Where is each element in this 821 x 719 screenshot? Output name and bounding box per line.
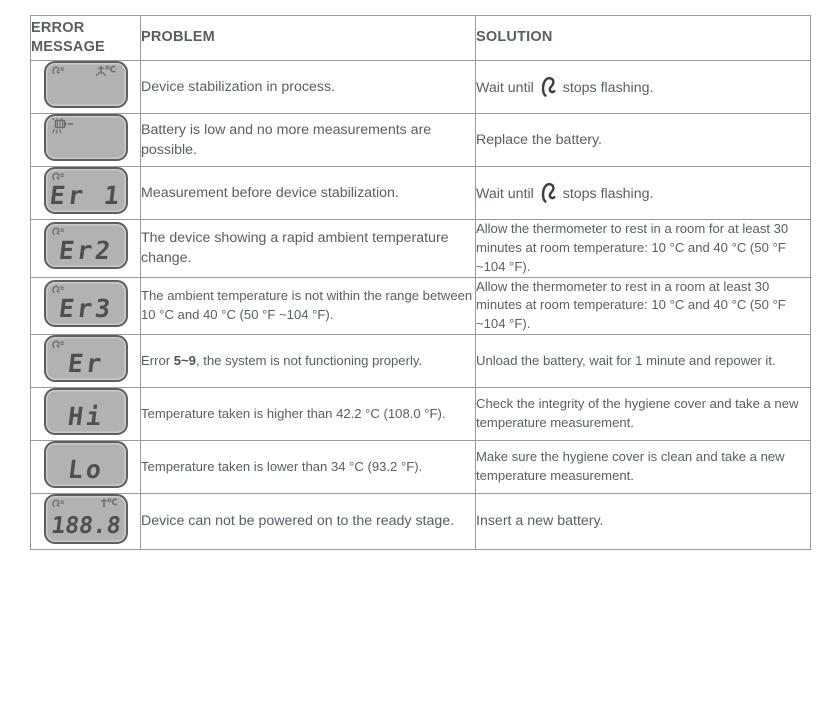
lcd-display: Er3 — [43, 279, 128, 327]
error-display-cell — [30, 113, 141, 167]
lcd-display — [43, 61, 128, 108]
solution-text: Wait until stops flashing. — [475, 60, 811, 114]
lcd-readout: Er — [65, 349, 106, 379]
ear-icon — [51, 66, 64, 75]
ear-icon — [51, 172, 64, 181]
table-row: Battery is low and no more measurements … — [30, 113, 811, 167]
problem-text: The device showing a rapid ambient tempe… — [140, 219, 476, 278]
problem-text: Temperature taken is lower than 34 °C (9… — [140, 440, 476, 495]
solution-text-before: Wait until — [476, 79, 534, 96]
lcd-display: Hi — [43, 388, 128, 436]
solution-text: Make sure the hygiene cover is clean and… — [475, 440, 811, 495]
lcd-readout: Er2 — [56, 236, 115, 266]
table-header-row: ERROR MESSAGE PROBLEM SOLUTION — [30, 15, 811, 61]
table-row: Er 1 Measurement before device stabiliza… — [30, 166, 811, 220]
table-row: Lo Temperature taken is lower than 34 °C… — [30, 440, 811, 495]
solution-text: Wait until stops flashing. — [475, 166, 811, 220]
flashing-battery-icon — [51, 118, 79, 135]
problem-text: Measurement before device stabilization. — [140, 166, 476, 220]
solution-text-before: Wait until — [476, 185, 534, 202]
ear-icon — [51, 499, 64, 508]
lcd-display: Lo — [43, 441, 128, 489]
lcd-readout: Hi — [65, 402, 106, 432]
table-row: Er2 The device showing a rapid ambient t… — [30, 219, 811, 278]
lcd-display: 188.8 — [43, 494, 128, 545]
lcd-display — [43, 114, 128, 161]
error-display-cell — [30, 60, 141, 114]
solution-text: Allow the thermometer to rest in a room … — [475, 219, 811, 278]
table-row: Er3 The ambient temperature is not withi… — [30, 276, 811, 336]
error-message-table: ERROR MESSAGE PROBLEM SOLUTION Device st… — [30, 15, 811, 551]
ear-icon — [51, 227, 64, 236]
error-display-cell: Hi — [30, 387, 141, 442]
ear-icon — [51, 285, 64, 294]
table-row: Hi Temperature taken is higher than 42.2… — [30, 387, 811, 442]
problem-text: Battery is low and no more measurements … — [140, 113, 476, 167]
lcd-readout: Er3 — [56, 293, 115, 323]
ear-icon — [51, 340, 64, 349]
error-display-cell: Er — [30, 334, 141, 389]
problem-text: Error 5~9, the system is not functioning… — [140, 334, 476, 389]
error-display-cell: Er2 — [30, 219, 141, 278]
problem-text-bold: 5~9 — [173, 352, 196, 368]
table-row: 188.8 Device can not be powered on to th… — [30, 493, 811, 551]
error-display-cell: 188.8 — [30, 493, 141, 551]
lcd-readout: Lo — [65, 455, 106, 485]
solution-text: Check the integrity of the hygiene cover… — [475, 387, 811, 442]
column-header-error-message: ERROR MESSAGE — [30, 15, 141, 61]
solution-text: Unload the battery, wait for 1 minute an… — [475, 334, 811, 389]
solution-text: Allow the thermometer to rest in a room … — [475, 276, 811, 336]
column-header-problem: PROBLEM — [140, 15, 476, 61]
problem-text: The ambient temperature is not within th… — [140, 276, 476, 336]
lcd-readout: Er 1 — [47, 181, 124, 210]
table-row: Device stabilization in process. Wait un… — [30, 60, 811, 114]
lcd-display: Er 1 — [43, 167, 128, 214]
problem-text: Device can not be powered on to the read… — [140, 493, 476, 551]
solution-text-after: stops flashing. — [562, 185, 654, 202]
solution-text-after: stops flashing. — [562, 79, 654, 96]
temperature-icon — [93, 65, 119, 78]
lcd-display: Er2 — [43, 222, 128, 270]
problem-text: Temperature taken is higher than 42.2 °C… — [140, 387, 476, 442]
problem-text: Device stabilization in process. — [140, 60, 476, 114]
ear-icon — [541, 182, 556, 204]
ear-icon — [541, 76, 556, 98]
column-header-error-message-line2: MESSAGE — [31, 39, 105, 55]
lcd-readout: 188.8 — [49, 513, 122, 540]
error-display-cell: Er3 — [30, 276, 141, 336]
problem-text-before: Error — [141, 352, 171, 368]
temperature-icon — [93, 498, 119, 511]
error-display-cell: Lo — [30, 440, 141, 495]
table-row: Er Error 5~9, the system is not function… — [30, 334, 811, 389]
error-message-table-page: ERROR MESSAGE PROBLEM SOLUTION Device st… — [0, 0, 821, 719]
problem-text-after: , the system is not functioning properly… — [195, 352, 423, 368]
column-header-solution: SOLUTION — [475, 15, 811, 61]
solution-text: Insert a new battery. — [475, 493, 811, 551]
lcd-display: Er — [43, 335, 128, 383]
error-display-cell: Er 1 — [30, 166, 141, 220]
column-header-error-message-line1: ERROR — [31, 19, 85, 36]
solution-text: Replace the battery. — [475, 113, 811, 167]
